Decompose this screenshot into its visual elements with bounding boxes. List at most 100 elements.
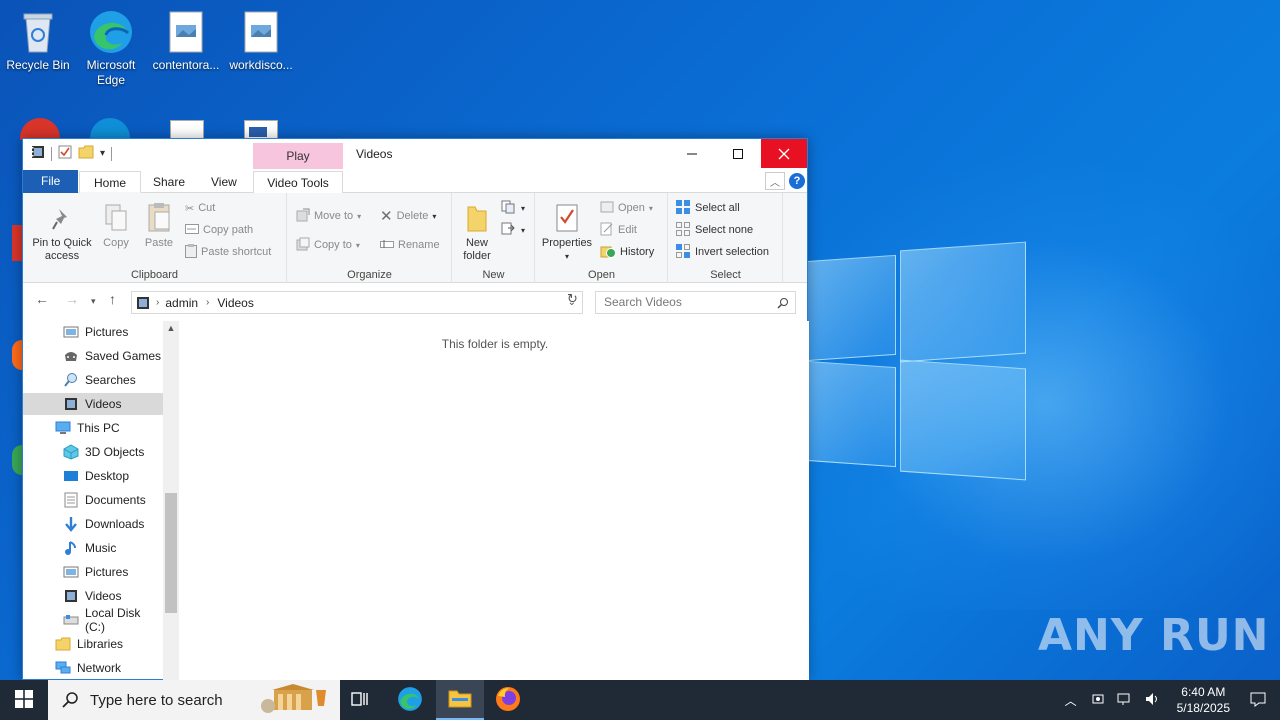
copy-button[interactable]: Copy <box>99 199 133 250</box>
notification-center-icon[interactable] <box>1250 691 1266 710</box>
back-arrow-icon[interactable]: ← <box>35 291 49 307</box>
new-folder-label: New folder <box>463 237 491 262</box>
up-arrow-icon[interactable]: ↑ <box>109 291 116 307</box>
nav-item-pictures[interactable]: Pictures <box>23 321 163 343</box>
select-all-button[interactable]: Select all <box>675 199 740 217</box>
taskbar-firefox-button[interactable] <box>484 680 532 720</box>
breadcrumb-videos[interactable]: Videos <box>217 296 253 310</box>
volume-icon[interactable] <box>1145 692 1161 709</box>
copy-path-button[interactable]: Copy path <box>185 221 253 239</box>
properties-qat-icon[interactable] <box>58 145 72 162</box>
nav-item-videos-selected[interactable]: Videos <box>23 393 163 415</box>
chrome-icon[interactable] <box>20 118 60 140</box>
nav-item-desktop[interactable]: Desktop <box>23 465 163 487</box>
new-folder-qat-icon[interactable] <box>78 145 94 162</box>
new-item-button[interactable]: ▾ <box>501 199 525 217</box>
history-button[interactable]: History <box>600 243 654 261</box>
documents-icon <box>63 492 79 508</box>
breadcrumb-admin[interactable]: admin <box>165 296 198 310</box>
system-clock[interactable]: 6:40 AM 5/18/2025 <box>1177 684 1230 716</box>
open-group-label: Open <box>588 269 615 281</box>
move-to-label: Move to <box>314 210 354 222</box>
cut-button[interactable]: ✂ Cut <box>185 199 215 217</box>
edit-button[interactable]: Edit <box>600 221 637 239</box>
app-icon[interactable] <box>12 340 22 370</box>
pin-to-quick-access-button[interactable]: Pin to Quick access <box>29 199 95 263</box>
address-bar[interactable]: › admin › Videos ⌄ <box>131 291 583 314</box>
rename-icon <box>380 239 394 252</box>
copy-to-button[interactable]: Copy to ▾ <box>296 236 360 254</box>
help-icon[interactable]: ? <box>789 173 805 189</box>
rename-button[interactable]: Rename <box>380 236 440 254</box>
nav-item-saved-games[interactable]: Saved Games <box>23 345 163 367</box>
taskbar-search-box[interactable]: Type here to search <box>48 680 340 720</box>
close-button[interactable] <box>761 139 807 168</box>
file-icon[interactable] <box>170 120 204 140</box>
desktop-icon-file-1[interactable]: contentora... <box>148 8 224 73</box>
videos-location-icon <box>136 296 150 310</box>
nav-item-documents[interactable]: Documents <box>23 489 163 511</box>
select-none-button[interactable]: Select none <box>675 221 753 239</box>
app-icon[interactable] <box>12 225 22 261</box>
easy-access-button[interactable]: ▾ <box>501 221 525 239</box>
desktop-icon-edge[interactable]: Microsoft Edge <box>73 8 149 88</box>
desktop-icon-recycle-bin[interactable]: Recycle Bin <box>0 8 76 73</box>
nav-pane-scrollbar[interactable]: ▲ <box>163 321 179 681</box>
start-button[interactable] <box>0 680 48 720</box>
forward-arrow-icon[interactable]: → <box>65 291 79 307</box>
nav-item-pictures-pc[interactable]: Pictures <box>23 561 163 583</box>
recycle-bin-icon <box>14 8 62 56</box>
tab-home[interactable]: Home <box>79 171 142 193</box>
nav-item-network[interactable]: Network <box>23 657 163 679</box>
paste-shortcut-button[interactable]: Paste shortcut <box>185 243 271 261</box>
scrollbar-thumb[interactable] <box>165 493 177 613</box>
move-to-button[interactable]: Move to ▾ <box>296 207 361 225</box>
network-tray-icon[interactable] <box>1117 692 1133 709</box>
skype-icon[interactable] <box>90 118 130 140</box>
scroll-up-icon[interactable]: ▲ <box>163 323 179 333</box>
tab-share[interactable]: Share <box>139 171 199 193</box>
recent-locations-icon[interactable]: ▾ <box>91 296 96 307</box>
select-all-label: Select all <box>695 202 740 214</box>
tab-view[interactable]: View <box>197 171 251 193</box>
tab-file[interactable]: File <box>23 170 79 193</box>
tab-video-tools[interactable]: Video Tools <box>253 171 343 193</box>
task-view-button[interactable] <box>336 680 384 720</box>
nav-item-local-disk[interactable]: Local Disk (C:) <box>23 606 163 634</box>
file-list-area[interactable]: This folder is empty. <box>179 321 809 681</box>
nav-item-3d-objects[interactable]: 3D Objects <box>23 441 163 463</box>
collapse-ribbon-icon[interactable]: ︿ <box>765 172 785 190</box>
search-input[interactable]: Search Videos <box>595 291 796 314</box>
paste-button[interactable]: Paste <box>141 199 177 250</box>
maximize-button[interactable] <box>715 139 761 168</box>
rename-label: Rename <box>398 239 440 251</box>
nav-item-downloads[interactable]: Downloads <box>23 513 163 535</box>
properties-button[interactable]: Properties ▾ <box>538 199 596 263</box>
nav-item-videos-pc[interactable]: Videos <box>23 585 163 607</box>
nav-item-music[interactable]: Music <box>23 537 163 559</box>
new-folder-button[interactable]: New folder <box>457 199 497 263</box>
minimize-button[interactable] <box>669 139 715 168</box>
image-file-icon <box>162 8 210 56</box>
nav-item-libraries[interactable]: Libraries <box>23 633 163 655</box>
nav-item-this-pc[interactable]: This PC <box>23 417 163 439</box>
customize-qat-icon[interactable]: ▾ <box>100 148 105 159</box>
meet-now-icon[interactable] <box>1091 692 1105 709</box>
navigation-pane: Pictures Saved Games Searches Videos Thi… <box>23 321 179 681</box>
word-file-icon[interactable] <box>244 120 278 140</box>
edge-icon <box>87 8 135 56</box>
open-button[interactable]: Open ▾ <box>600 199 653 217</box>
desktop-icon <box>63 468 79 484</box>
app-icon[interactable] <box>12 445 22 475</box>
taskbar-edge-button[interactable] <box>386 680 434 720</box>
show-hidden-icons-icon[interactable]: ︿ <box>1065 692 1077 709</box>
desktop-icon-file-2[interactable]: workdisco... <box>223 8 299 73</box>
taskbar: Type here to search ︿ 6:40 AM 5/18/2025 <box>0 680 1280 720</box>
nav-item-searches[interactable]: Searches <box>23 369 163 391</box>
select-all-icon <box>675 199 691 218</box>
refresh-icon[interactable]: ↻ <box>567 291 578 307</box>
taskbar-file-explorer-button[interactable] <box>436 680 484 720</box>
delete-button[interactable]: ✕ Delete ▾ <box>380 207 436 225</box>
invert-selection-button[interactable]: Invert selection <box>675 243 769 261</box>
ribbon-controls: ︿ ? <box>765 172 805 190</box>
